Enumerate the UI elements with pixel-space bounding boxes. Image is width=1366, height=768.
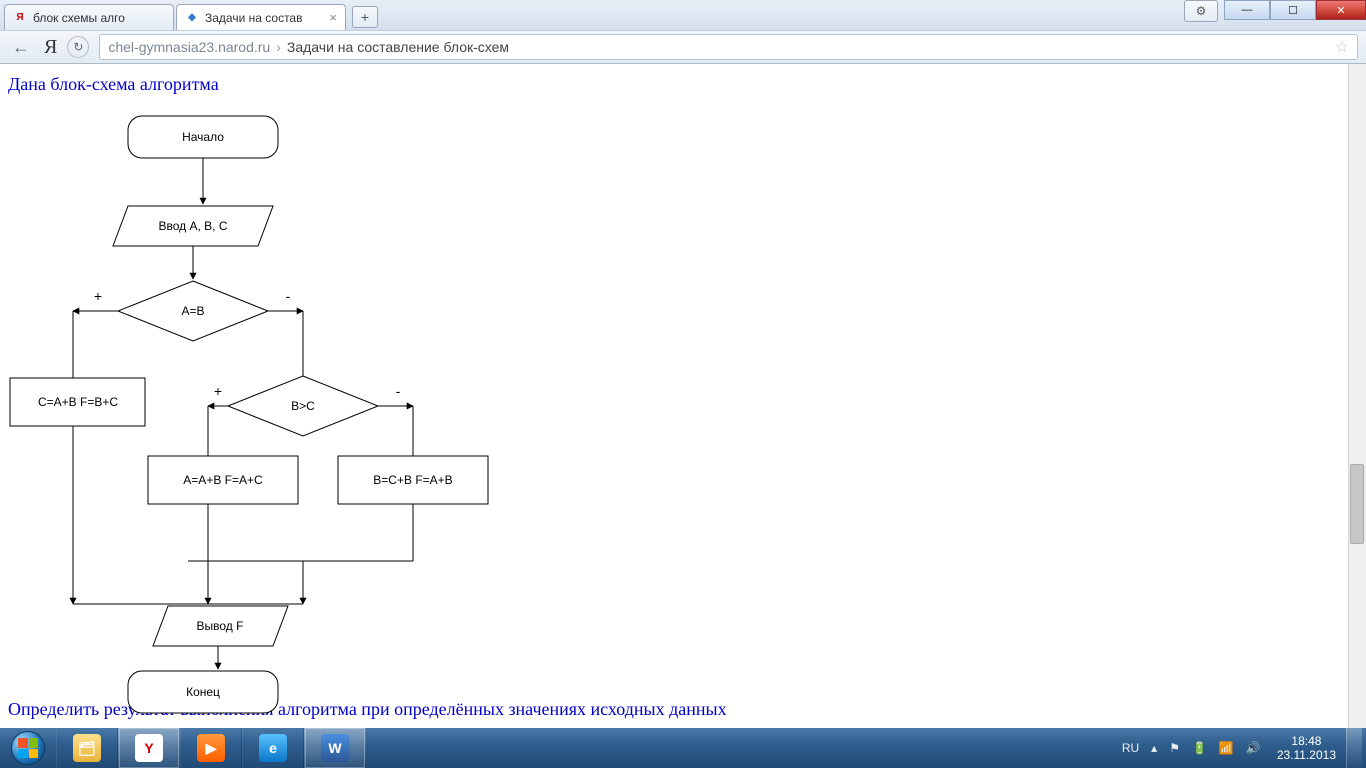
- window-close-button[interactable]: ✕: [1316, 0, 1366, 20]
- tab-1[interactable]: Я блок схемы алго: [4, 4, 174, 30]
- task-word[interactable]: W: [304, 728, 366, 768]
- window-minimize-button[interactable]: —: [1224, 0, 1270, 20]
- page-viewport: Дана блок-схема алгоритма Определить рез…: [0, 64, 1366, 728]
- tab-2-favicon: ◆: [185, 11, 199, 25]
- vertical-scrollbar[interactable]: [1348, 64, 1366, 728]
- yandex-logo[interactable]: Я: [44, 36, 57, 59]
- tab-2[interactable]: ◆ Задачи на состав ×: [176, 4, 346, 30]
- tray-time: 18:48: [1277, 734, 1336, 748]
- task-ie[interactable]: e: [242, 728, 304, 768]
- flag-icon[interactable]: ⚑: [1163, 741, 1186, 755]
- reload-icon: ↻: [73, 40, 83, 54]
- tray-clock[interactable]: 18:48 23.11.2013: [1267, 734, 1346, 762]
- address-bar: ← Я ↻ chel-gymnasia23.narod.ru › Задачи …: [0, 30, 1366, 64]
- battery-icon[interactable]: 🔋: [1186, 741, 1213, 755]
- folder-icon: 🗂: [73, 734, 101, 762]
- reload-button[interactable]: ↻: [67, 36, 89, 58]
- word-icon: W: [321, 734, 349, 762]
- url-input[interactable]: chel-gymnasia23.narod.ru › Задачи на сос…: [99, 34, 1358, 60]
- flow-output-label: Вывод F: [197, 619, 244, 633]
- system-tray: RU ▴ ⚑ 🔋 📶 🔊 18:48 23.11.2013: [1116, 728, 1366, 768]
- task-explorer[interactable]: 🗂: [56, 728, 118, 768]
- url-title: Задачи на составление блок-схем: [287, 39, 509, 55]
- tray-language[interactable]: RU: [1116, 741, 1145, 755]
- volume-icon[interactable]: 🔊: [1240, 741, 1267, 755]
- media-player-icon: ▶: [197, 734, 225, 762]
- flow-cond1-label: A=B: [181, 304, 204, 318]
- flow-cond2-label: B>C: [291, 399, 315, 413]
- taskbar: 🗂 Y ▶ e W RU ▴ ⚑ 🔋 📶 🔊 18:48 23.11.2013: [0, 728, 1366, 768]
- breadcrumb-sep: ›: [270, 39, 287, 55]
- flow-box-mid-label: A=A+B F=A+C: [183, 473, 263, 487]
- flow-input-label: Ввод A, B, C: [159, 219, 228, 233]
- windows-logo-icon: [11, 731, 45, 765]
- ie-icon: e: [259, 734, 287, 762]
- flow-start-label: Начало: [182, 130, 224, 144]
- task-media-player[interactable]: ▶: [180, 728, 242, 768]
- flow-box-right-label: B=C+B F=A+B: [373, 473, 452, 487]
- cond1-plus: +: [94, 288, 102, 304]
- window-maximize-button[interactable]: ☐: [1270, 0, 1316, 20]
- close-icon[interactable]: ×: [323, 10, 337, 25]
- network-icon[interactable]: 📶: [1213, 741, 1240, 755]
- show-desktop-button[interactable]: [1346, 728, 1362, 768]
- task-yandex-browser[interactable]: Y: [118, 728, 180, 768]
- url-host: chel-gymnasia23.narod.ru: [108, 39, 270, 55]
- tab-1-title: блок схемы алго: [33, 11, 125, 25]
- minimize-icon: —: [1242, 4, 1253, 16]
- chevron-up-icon[interactable]: ▴: [1145, 741, 1163, 755]
- arrow-left-icon: ←: [12, 37, 30, 58]
- tab-1-favicon: Я: [13, 11, 27, 25]
- gear-icon: ⚙: [1196, 4, 1207, 18]
- cond2-plus: +: [214, 383, 222, 399]
- page-heading-1: Дана блок-схема алгоритма: [8, 74, 1358, 95]
- start-button[interactable]: [0, 728, 56, 768]
- tab-2-title: Задачи на состав: [205, 11, 302, 25]
- tab-strip: Я блок схемы алго ◆ Задачи на состав × +…: [0, 0, 1366, 30]
- flowchart-diagram: Начало Ввод A, B, C A=B B>C C=A+B F=B+C …: [8, 106, 528, 716]
- cond2-minus: -: [396, 383, 401, 399]
- flow-end-label: Конец: [186, 685, 220, 699]
- scrollbar-thumb[interactable]: [1350, 464, 1364, 544]
- cond1-minus: -: [286, 288, 291, 304]
- back-button[interactable]: ←: [8, 34, 34, 60]
- yandex-icon: Y: [135, 734, 163, 762]
- new-tab-button[interactable]: +: [352, 6, 378, 28]
- tray-date: 23.11.2013: [1277, 748, 1336, 762]
- bookmark-star-icon[interactable]: ☆: [1335, 37, 1349, 57]
- flow-box-left-label: C=A+B F=B+C: [38, 395, 118, 409]
- maximize-icon: ☐: [1288, 4, 1298, 17]
- settings-button[interactable]: ⚙: [1184, 0, 1218, 22]
- close-window-icon: ✕: [1336, 4, 1345, 17]
